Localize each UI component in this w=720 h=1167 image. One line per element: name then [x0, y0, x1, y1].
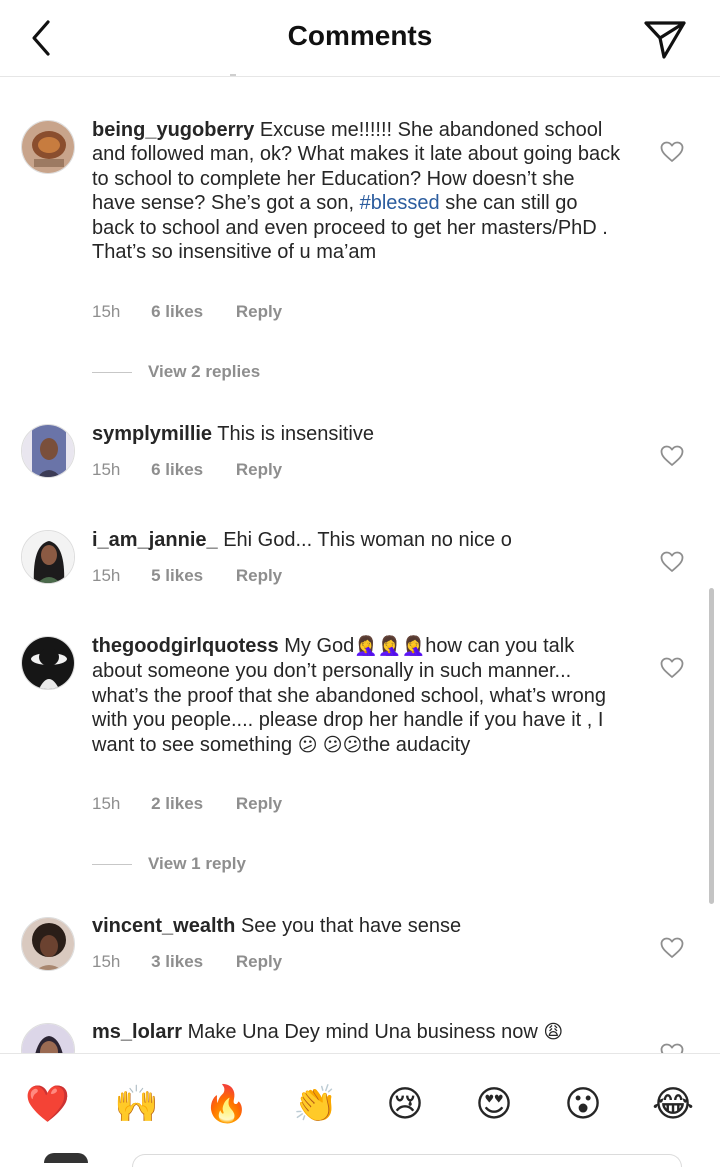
comment-text: thegoodgirlquotess My God🤦‍♀️🤦‍♀️🤦‍♀️how…: [92, 634, 622, 758]
surprised-reaction-button[interactable]: 😮: [561, 1082, 605, 1126]
view-replies-button[interactable]: View 2 replies: [92, 362, 260, 382]
comment-meta: 15h 6 likes Reply: [92, 460, 282, 480]
like-button[interactable]: [660, 657, 684, 679]
comment-username[interactable]: being_yugoberry: [92, 119, 254, 141]
comment-body-end: the audacity: [362, 733, 471, 756]
view-replies-label: View 2 replies: [148, 362, 261, 381]
comment-body: This is insensitive: [217, 423, 374, 445]
comment-likes[interactable]: 5 likes: [151, 566, 203, 586]
comment-time: 15h: [92, 566, 121, 585]
comment-time: 15h: [92, 302, 121, 321]
avatar[interactable]: [21, 530, 75, 584]
send-icon: [644, 21, 686, 59]
facepalm-emoji: 🤦‍♀️🤦‍♀️🤦‍♀️: [354, 636, 426, 657]
heart-icon: [660, 551, 684, 572]
comment-time: 15h: [92, 794, 121, 813]
like-button[interactable]: [660, 141, 684, 163]
scrollbar[interactable]: [709, 588, 714, 904]
heart-eyes-reaction-button[interactable]: 😍: [472, 1082, 516, 1126]
heart-reaction-button[interactable]: ❤️: [25, 1082, 70, 1126]
divider: [92, 372, 132, 374]
like-button[interactable]: [660, 1043, 684, 1053]
reply-button[interactable]: Reply: [236, 460, 282, 480]
comment-likes[interactable]: 6 likes: [151, 460, 203, 480]
comment-body: My God: [284, 635, 355, 657]
avatar[interactable]: [21, 636, 75, 690]
reply-button[interactable]: Reply: [236, 952, 282, 972]
comment-text: vincent_wealth See you that have sense: [92, 914, 622, 938]
weary-emoji: 😩: [543, 1022, 564, 1043]
comment-likes[interactable]: 3 likes: [151, 952, 203, 972]
comment-username[interactable]: vincent_wealth: [92, 915, 235, 937]
comment-username[interactable]: thegoodgirlquotess: [92, 635, 279, 657]
like-button[interactable]: [660, 445, 684, 467]
heart-icon: [660, 937, 684, 958]
clap-reaction-button[interactable]: 👏: [293, 1082, 338, 1126]
raised-hands-reaction-button[interactable]: 🙌: [114, 1082, 159, 1126]
comment-text: i_am_jannie_ Ehi God... This woman no ni…: [92, 528, 622, 552]
comment-text: symplymillie This is insensitive: [92, 422, 622, 446]
comment-meta: 15h 5 likes Reply: [92, 566, 282, 586]
emoji-reaction-bar: ❤️ 🙌 🔥 👏 😢 😍 😮 😂: [0, 1053, 720, 1154]
comment-time: 15h: [92, 460, 121, 479]
view-replies-button[interactable]: View 1 reply: [92, 854, 246, 874]
hashtag-link[interactable]: #blessed: [360, 192, 440, 214]
comment-meta: 15h 3 likes Reply: [92, 952, 282, 972]
header-bar: Comments: [0, 0, 720, 77]
comment-likes[interactable]: 6 likes: [151, 302, 203, 322]
avatar: [44, 1153, 88, 1163]
comment-likes[interactable]: 2 likes: [151, 794, 203, 814]
page-title: Comments: [287, 20, 433, 51]
comment-body: Ehi God... This woman no nice o: [223, 529, 512, 551]
heart-icon: [660, 1043, 684, 1053]
crying-reaction-button[interactable]: 😢: [383, 1082, 427, 1126]
confused-emoji: 😕 😕😕: [297, 734, 363, 756]
like-button[interactable]: [660, 937, 684, 959]
reply-button[interactable]: Reply: [236, 566, 282, 586]
reply-button[interactable]: Reply: [236, 302, 282, 322]
heart-icon: [660, 141, 684, 162]
reply-button[interactable]: Reply: [236, 794, 282, 814]
divider: [230, 74, 236, 76]
comments-list[interactable]: being_yugoberry Excuse me!!!!!! She aban…: [0, 77, 720, 1053]
share-button[interactable]: [642, 16, 690, 62]
comment-username[interactable]: i_am_jannie_: [92, 529, 218, 551]
comment-body: See you that have sense: [240, 915, 462, 937]
laughing-reaction-button[interactable]: 😂: [651, 1082, 695, 1126]
comment-time: 15h: [92, 952, 121, 971]
fire-reaction-button[interactable]: 🔥: [204, 1082, 249, 1126]
comment-body: Make Una Dey mind Una business now: [187, 1021, 538, 1043]
comment-username[interactable]: symplymillie: [92, 423, 212, 445]
avatar[interactable]: [21, 1023, 75, 1053]
comment-meta: 15h 6 likes Reply: [92, 302, 282, 322]
comment-meta: 15h 2 likes Reply: [92, 794, 282, 814]
divider: [92, 864, 132, 866]
heart-icon: [660, 445, 684, 466]
like-button[interactable]: [660, 551, 684, 573]
avatar[interactable]: [21, 424, 75, 478]
comment-username[interactable]: ms_lolarr: [92, 1021, 182, 1043]
comment-text: being_yugoberry Excuse me!!!!!! She aban…: [92, 118, 622, 264]
comment-text: ms_lolarr Make Una Dey mind Una business…: [92, 1020, 622, 1045]
view-replies-label: View 1 reply: [148, 854, 246, 873]
comment-input[interactable]: [132, 1154, 682, 1167]
avatar[interactable]: [21, 917, 75, 971]
avatar[interactable]: [21, 120, 75, 174]
heart-icon: [660, 657, 684, 678]
